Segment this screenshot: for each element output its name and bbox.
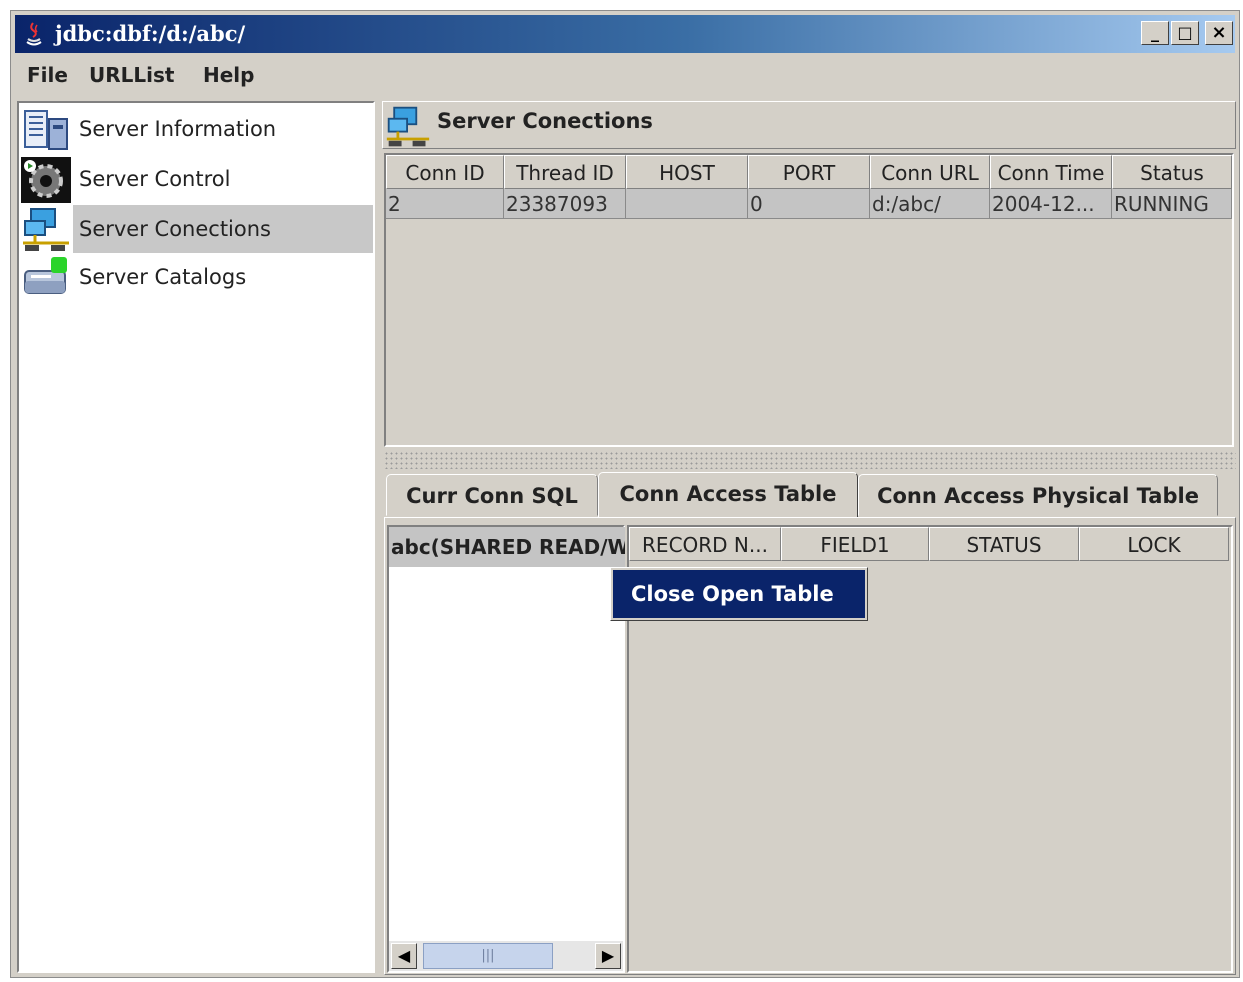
catalog-drive-icon <box>24 257 67 294</box>
menu-help[interactable]: Help <box>203 61 254 89</box>
scroll-thumb[interactable]: ||| <box>423 943 553 969</box>
scroll-left-icon[interactable]: ◀ <box>391 943 417 969</box>
server-tree: Server Information Server Control Server <box>17 101 375 973</box>
scroll-right-icon[interactable]: ▶ <box>595 943 621 969</box>
column-header[interactable]: FIELD1 <box>781 527 929 561</box>
table-cell: 2004-12... <box>990 189 1112 219</box>
tree-item-server-catalogs[interactable]: Server Catalogs <box>19 253 373 301</box>
context-menu: Close Open Table <box>610 567 868 621</box>
panel-header: Server Conections <box>382 101 1236 149</box>
table-cell: RUNNING <box>1112 189 1232 219</box>
column-header[interactable]: Thread ID <box>504 155 626 189</box>
tree-item-label: Server Conections <box>73 205 373 253</box>
network-connections-icon <box>23 208 69 251</box>
close-button[interactable]: × <box>1205 21 1233 45</box>
column-header[interactable]: Conn ID <box>386 155 504 189</box>
minimize-button[interactable]: _ <box>1141 21 1169 45</box>
tree-item-label: Server Control <box>79 167 231 191</box>
menu-file[interactable]: File <box>27 61 68 89</box>
column-header[interactable]: LOCK <box>1079 527 1229 561</box>
tab-conn-access-physical-table[interactable]: Conn Access Physical Table <box>858 474 1218 516</box>
column-header[interactable]: RECORD N... <box>629 527 781 561</box>
close-open-table-menu-item[interactable]: Close Open Table <box>613 570 865 618</box>
tab-conn-access-table[interactable]: Conn Access Table <box>598 472 858 518</box>
tab-curr-conn-sql[interactable]: Curr Conn SQL <box>386 474 598 516</box>
server-info-icon <box>24 110 68 150</box>
horizontal-scrollbar[interactable]: ◀ ||| ▶ <box>389 941 623 971</box>
table-cell <box>626 189 748 219</box>
column-header[interactable]: Status <box>1112 155 1232 189</box>
window-title: jdbc:dbf:/d:/abc/ <box>55 21 246 46</box>
column-header[interactable]: Conn Time <box>990 155 1112 189</box>
list-item[interactable]: abc(SHARED READ/W <box>389 527 625 567</box>
title-bar[interactable]: jdbc:dbf:/d:/abc/ _ □ × <box>15 15 1235 53</box>
table-cell: 2 <box>386 189 504 219</box>
table-cell: 23387093 <box>504 189 626 219</box>
tree-item-label: Server Catalogs <box>79 265 247 289</box>
column-header[interactable]: HOST <box>626 155 748 189</box>
panel-title: Server Conections <box>437 109 653 133</box>
vertical-splitter[interactable] <box>377 101 381 973</box>
maximize-button[interactable]: □ <box>1171 21 1199 45</box>
java-cup-icon <box>26 22 42 46</box>
column-header[interactable]: STATUS <box>929 527 1079 561</box>
gear-control-icon <box>21 157 71 203</box>
horizontal-splitter[interactable] <box>384 451 1236 469</box>
app-window: jdbc:dbf:/d:/abc/ _ □ × File URLList Hel… <box>10 10 1240 978</box>
tree-item-server-information[interactable]: Server Information <box>19 105 373 153</box>
tree-item-server-conections[interactable]: Server Conections <box>19 205 373 253</box>
column-header[interactable]: Conn URL <box>870 155 990 189</box>
table-cell: 0 <box>748 189 870 219</box>
tree-item-server-control[interactable]: Server Control <box>19 155 373 203</box>
access-table-list: abc(SHARED READ/W ◀ ||| ▶ <box>387 525 625 973</box>
table-cell: d:/abc/ <box>870 189 990 219</box>
connections-table: Conn ID Thread ID HOST PORT Conn URL Con… <box>384 153 1234 447</box>
menu-urllist[interactable]: URLList <box>89 61 174 89</box>
tree-item-label: Server Information <box>79 117 277 141</box>
network-connections-icon <box>386 106 430 147</box>
column-header[interactable]: PORT <box>748 155 870 189</box>
menu-bar: File URLList Help <box>15 57 1235 93</box>
